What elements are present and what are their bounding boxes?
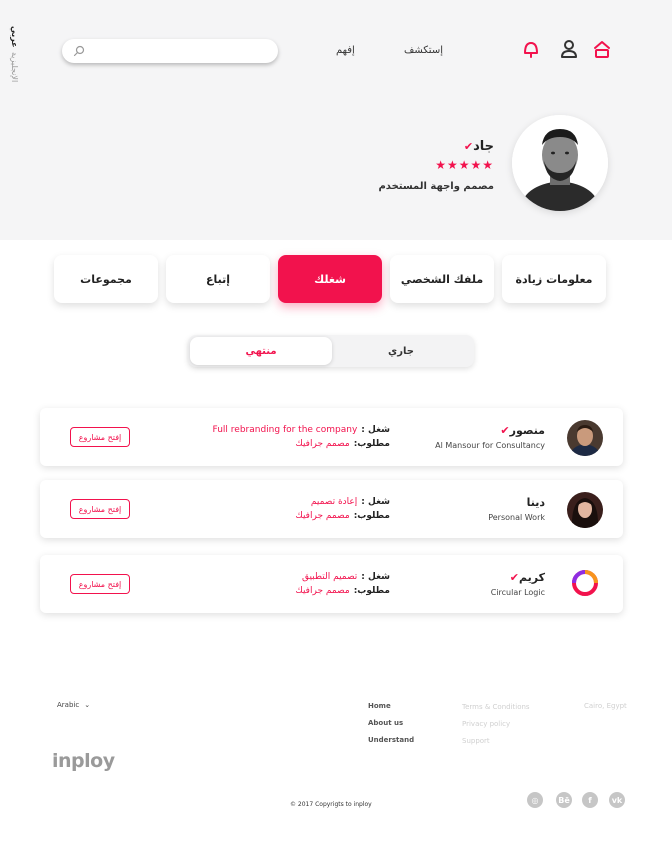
instagram-icon[interactable]: ◎ xyxy=(527,792,543,808)
profile-avatar[interactable] xyxy=(512,115,608,211)
tab-groups[interactable]: مجموعات xyxy=(54,255,158,303)
footer-link-support[interactable]: Support xyxy=(462,733,530,750)
open-project-button[interactable]: إفتح مشاروع xyxy=(70,427,130,447)
verified-check-icon: ✔ xyxy=(463,140,474,153)
card-name-text: دينا xyxy=(526,496,545,509)
work-label: شغل : xyxy=(361,572,390,582)
footer-nav: Home About us Understand xyxy=(368,698,414,749)
required-value: مصمم جرافيك xyxy=(295,586,350,596)
footer-language-value: Arabic xyxy=(57,701,80,709)
required-label: مطلوب: xyxy=(353,586,390,596)
status-segmented-control: منتهي جاري xyxy=(188,335,474,367)
search-input[interactable] xyxy=(90,42,266,60)
footer-location: Cairo, Egypt xyxy=(584,702,627,710)
card-photo xyxy=(567,492,603,528)
inploy-logo[interactable]: inploy xyxy=(52,750,115,772)
card-name-text: كريم xyxy=(519,571,545,584)
segment-ongoing[interactable]: جاري xyxy=(330,337,472,365)
card-work-row: شغل :تصميم التطبيق xyxy=(302,572,390,582)
vk-icon[interactable]: vk xyxy=(609,792,625,808)
tab-your-work[interactable]: شغلك xyxy=(278,255,382,303)
work-value: Full rebranding for the company xyxy=(212,425,358,435)
card-work-row: شغل :إعادة تصميم xyxy=(311,497,390,507)
required-label: مطلوب: xyxy=(353,511,390,521)
work-card[interactable]: كريم✔ Circular Logic شغل :تصميم التطبيق … xyxy=(40,555,623,613)
tab-more-info[interactable]: معلومات زيادة xyxy=(502,255,606,303)
card-name: كريم✔ xyxy=(506,571,545,584)
card-photo xyxy=(567,420,603,456)
card-company: Al Mansour for Consultancy xyxy=(435,441,545,450)
profile-name-text: جاد xyxy=(473,139,494,154)
card-avatar xyxy=(567,567,603,603)
nav-understand-link[interactable]: إفهم xyxy=(336,45,355,56)
segment-done[interactable]: منتهي xyxy=(190,337,332,365)
card-required-row: مطلوب:مصمم جرافيك xyxy=(295,439,390,449)
open-project-button[interactable]: إفتح مشاروع xyxy=(70,574,130,594)
footer-link-privacy[interactable]: Privacy policy xyxy=(462,716,530,733)
footer-language-select[interactable]: Arabic ⌄ xyxy=(57,701,90,709)
card-avatar xyxy=(567,420,603,456)
profile-role: مصمم واجهة المستخدم xyxy=(378,181,494,192)
footer-link-about[interactable]: About us xyxy=(368,715,414,732)
card-name: منصور✔ xyxy=(496,424,545,437)
footer-link-understand[interactable]: Understand xyxy=(368,732,414,749)
circular-logic-logo-icon xyxy=(567,567,603,603)
language-switch[interactable]: عربي الإنجليزية xyxy=(10,26,32,86)
search-icon xyxy=(73,45,85,57)
notification-bell-icon[interactable] xyxy=(520,38,542,60)
card-required-row: مطلوب:مصمم جرافيك xyxy=(295,586,390,596)
chevron-down-icon: ⌄ xyxy=(84,701,91,709)
tab-profile[interactable]: ملفك الشخصي xyxy=(390,255,494,303)
required-label: مطلوب: xyxy=(353,439,390,449)
work-card[interactable]: دينا Personal Work شغل :إعادة تصميم مطلو… xyxy=(40,480,623,538)
facebook-icon[interactable]: f xyxy=(582,792,598,808)
work-value: تصميم التطبيق xyxy=(301,572,358,582)
footer-link-home[interactable]: Home xyxy=(368,698,414,715)
profile-photo xyxy=(512,115,608,211)
user-icon[interactable] xyxy=(558,38,580,60)
work-label: شغل : xyxy=(361,425,390,435)
card-name: دينا xyxy=(527,496,545,509)
search-bar[interactable] xyxy=(62,39,278,63)
verified-check-icon: ✔ xyxy=(500,424,510,437)
lang-arabic[interactable]: عربي xyxy=(10,26,19,48)
profile-name: جاد✔ xyxy=(460,139,494,154)
nav-explore-link[interactable]: إستكشف xyxy=(404,45,443,56)
work-label: شغل : xyxy=(361,497,390,507)
required-value: مصمم جرافيك xyxy=(295,439,350,449)
card-avatar xyxy=(567,492,603,528)
copyright-text: © 2017 Copyrigts to inploy xyxy=(290,801,372,808)
lang-english[interactable]: الإنجليزية xyxy=(10,52,19,82)
home-icon[interactable] xyxy=(591,38,613,60)
work-card[interactable]: منصور✔ Al Mansour for Consultancy شغل :F… xyxy=(40,408,623,466)
behance-icon[interactable]: Bē xyxy=(556,792,572,808)
required-value: مصمم جرافيك xyxy=(295,511,350,521)
work-value: إعادة تصميم xyxy=(310,497,358,507)
card-company: Circular Logic xyxy=(490,588,545,597)
footer-legal: Terms & Conditions Privacy policy Suppor… xyxy=(462,699,530,750)
open-project-button[interactable]: إفتح مشاروع xyxy=(70,499,130,519)
footer-link-terms[interactable]: Terms & Conditions xyxy=(462,699,530,716)
card-company: Personal Work xyxy=(488,513,545,522)
card-work-row: شغل :Full rebranding for the company xyxy=(213,425,390,435)
profile-rating-stars: ★★★★★ xyxy=(435,158,494,172)
tab-follow[interactable]: إتباع xyxy=(166,255,270,303)
card-required-row: مطلوب:مصمم جرافيك xyxy=(295,511,390,521)
card-name-text: منصور xyxy=(509,424,545,437)
verified-check-icon: ✔ xyxy=(509,571,519,584)
